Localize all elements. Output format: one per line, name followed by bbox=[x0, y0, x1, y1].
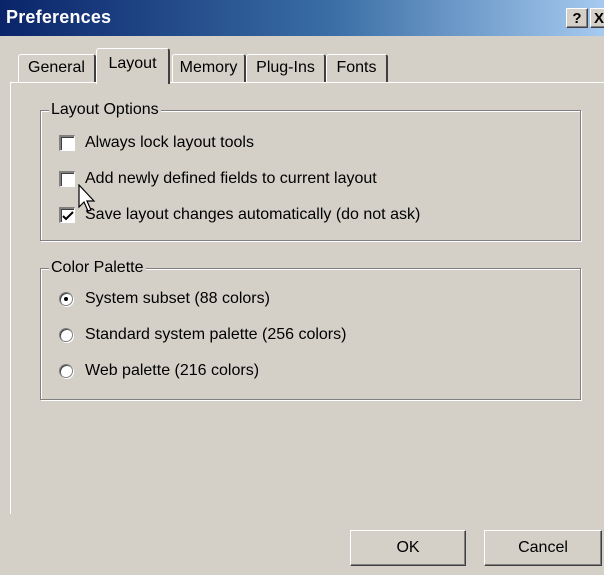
tab-general[interactable]: General bbox=[18, 54, 96, 82]
color-palette-group: Color Palette System subset (88 colors) … bbox=[40, 258, 581, 400]
save-layout-changes-label[interactable]: Save layout changes automatically (do no… bbox=[85, 205, 420, 225]
always-lock-layout-tools-label[interactable]: Always lock layout tools bbox=[85, 133, 254, 153]
save-layout-changes-checkbox[interactable] bbox=[59, 207, 75, 223]
mouse-pointer-icon bbox=[78, 184, 96, 212]
color-palette-legend: Color Palette bbox=[49, 258, 146, 278]
ok-button[interactable]: OK bbox=[350, 530, 466, 566]
close-button[interactable]: X bbox=[590, 8, 604, 28]
system-subset-radio[interactable] bbox=[59, 292, 73, 306]
tab-memory[interactable]: Memory bbox=[172, 54, 246, 82]
layout-options-legend: Layout Options bbox=[49, 100, 161, 120]
system-subset-label[interactable]: System subset (88 colors) bbox=[85, 289, 270, 309]
help-button[interactable]: ? bbox=[566, 8, 588, 28]
title-bar[interactable]: Preferences ? X bbox=[0, 0, 604, 36]
standard-system-palette-label[interactable]: Standard system palette (256 colors) bbox=[85, 325, 346, 345]
checkmark-icon bbox=[62, 211, 74, 221]
tab-fonts[interactable]: Fonts bbox=[326, 54, 388, 82]
layout-options-group: Layout Options Always lock layout tools … bbox=[40, 100, 581, 241]
preferences-dialog: Preferences ? X General Layout Memory Pl… bbox=[0, 0, 604, 575]
add-new-fields-checkbox[interactable] bbox=[59, 171, 75, 187]
standard-system-palette-radio[interactable] bbox=[59, 328, 73, 342]
web-palette-radio[interactable] bbox=[59, 364, 73, 378]
radio-selected-dot bbox=[64, 297, 68, 301]
window-title: Preferences bbox=[6, 7, 112, 27]
always-lock-layout-tools-checkbox[interactable] bbox=[59, 135, 75, 151]
cancel-button[interactable]: Cancel bbox=[484, 530, 602, 566]
tab-layout[interactable]: Layout bbox=[96, 48, 170, 84]
web-palette-label[interactable]: Web palette (216 colors) bbox=[85, 361, 259, 381]
add-new-fields-label[interactable]: Add newly defined fields to current layo… bbox=[85, 169, 377, 189]
tab-plug-ins[interactable]: Plug-Ins bbox=[246, 54, 326, 82]
